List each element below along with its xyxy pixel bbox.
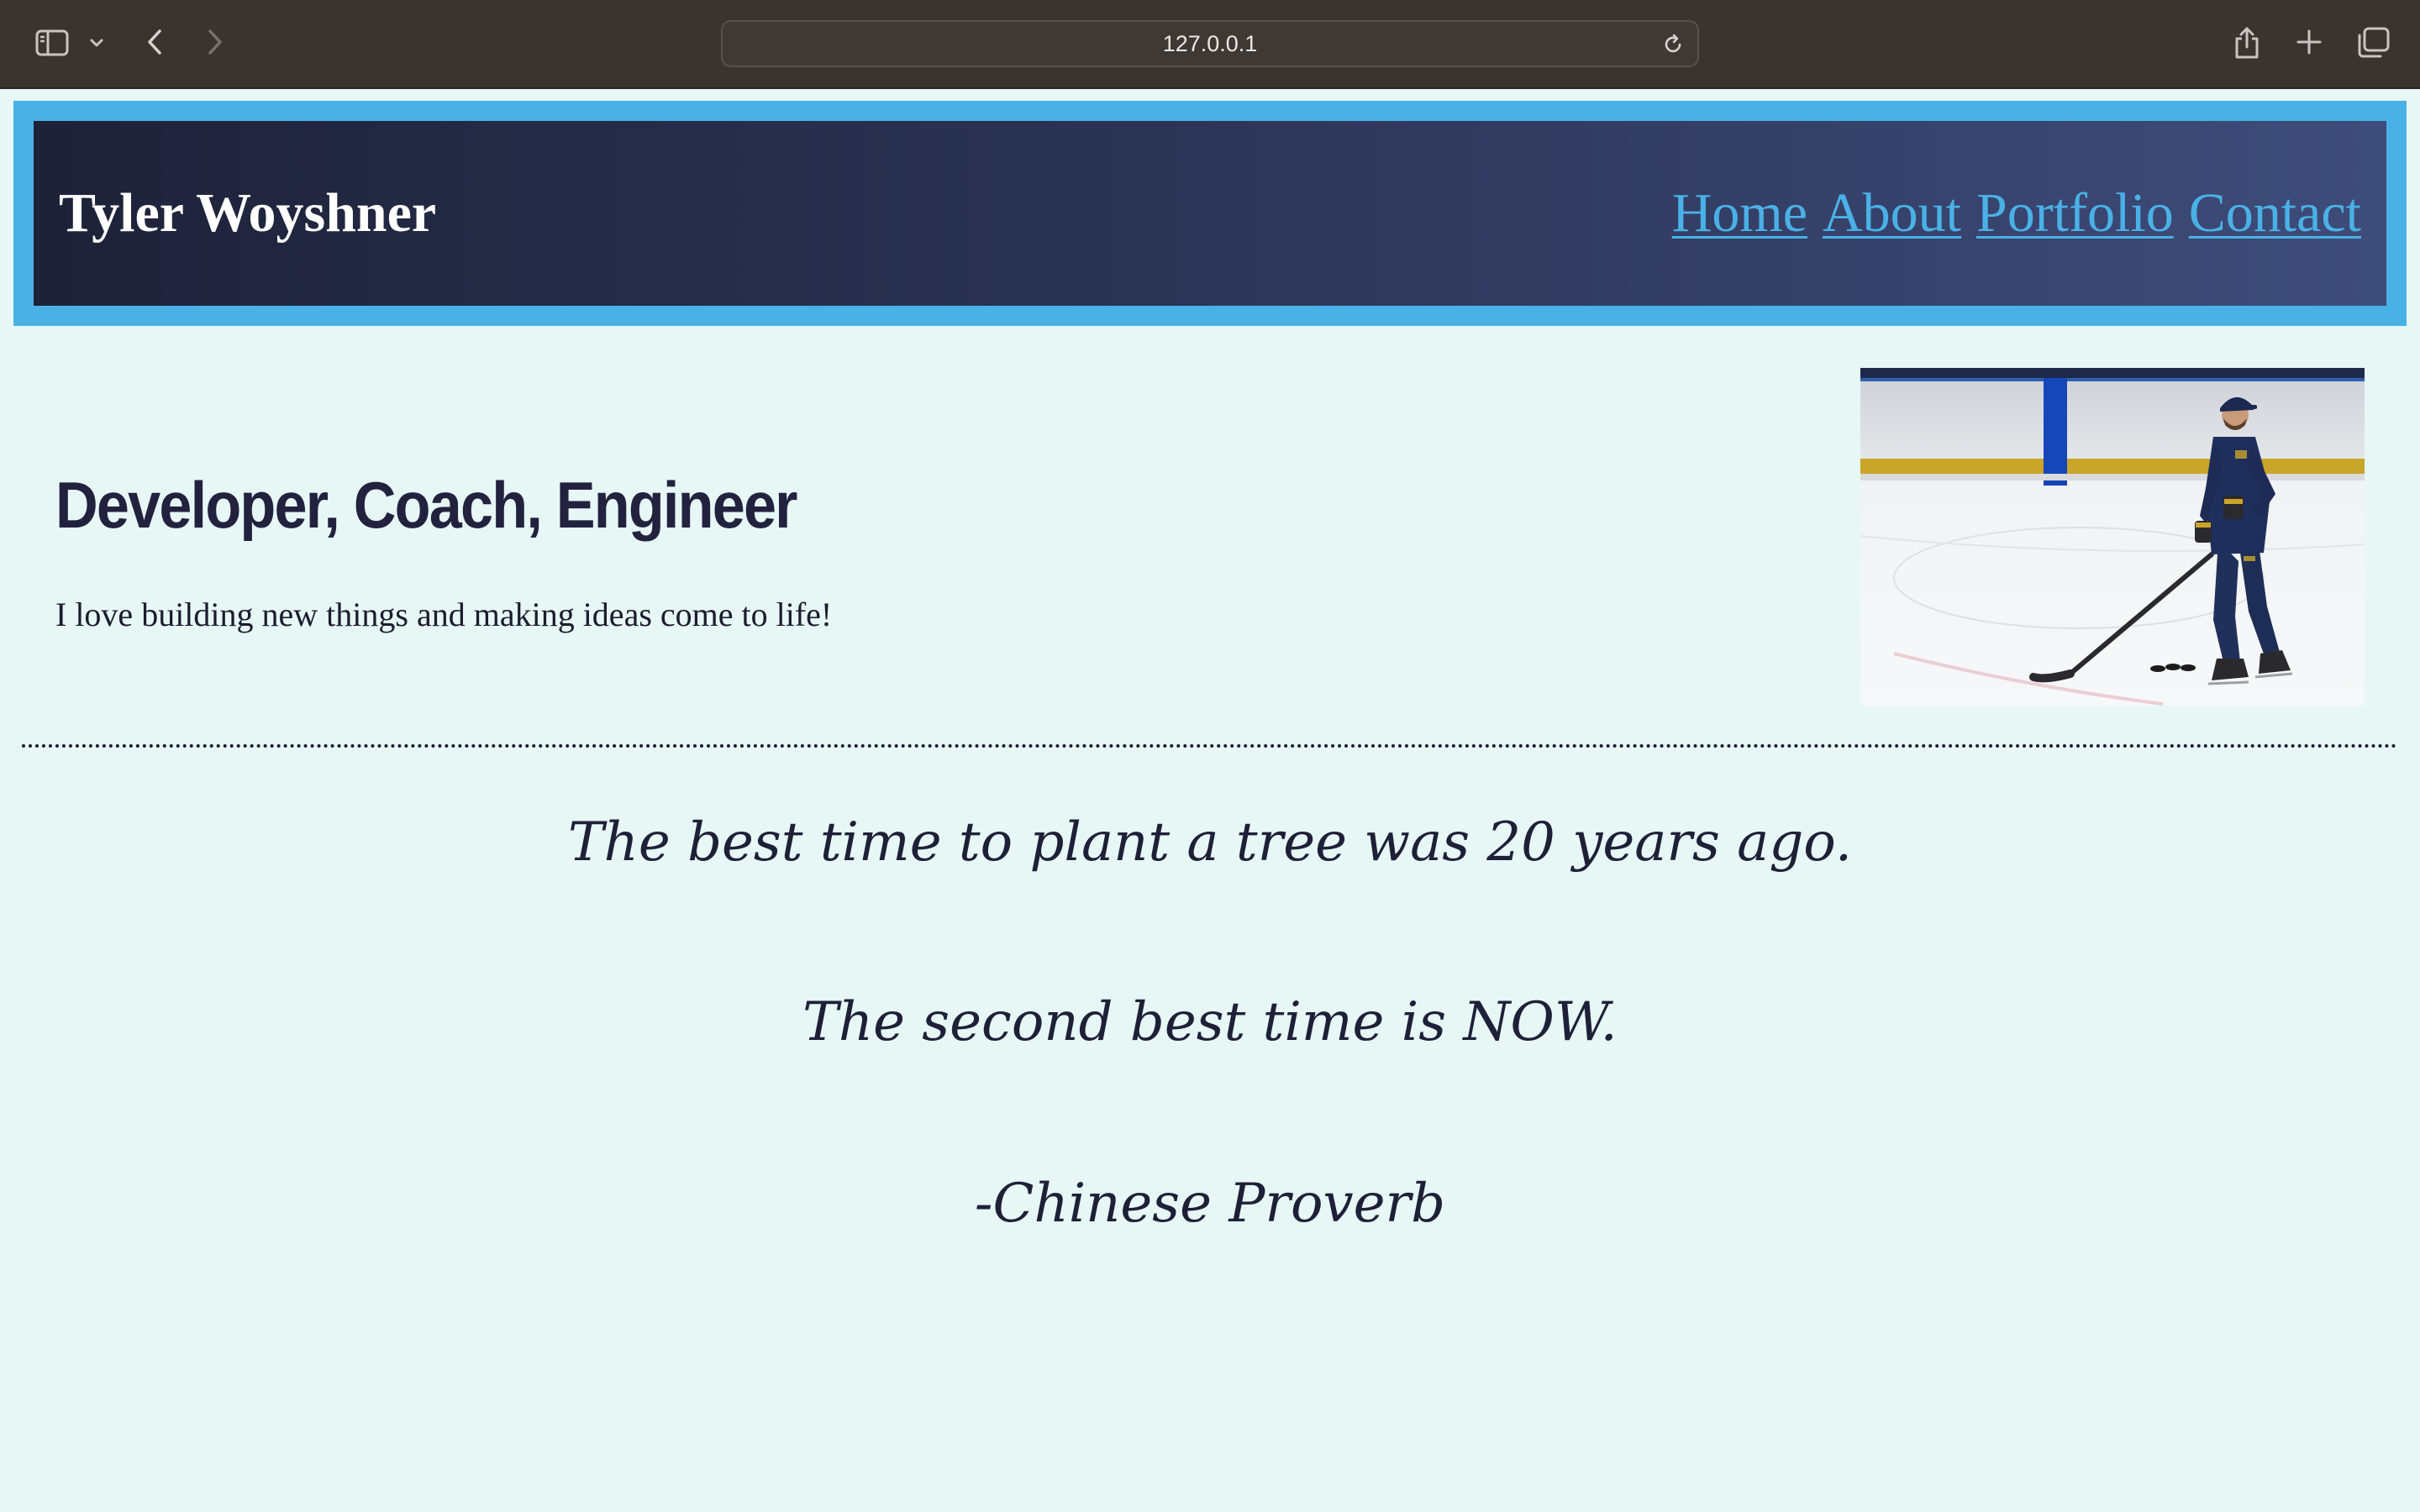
- nav-link-contact[interactable]: Contact: [2189, 181, 2361, 245]
- hockey-coach-photo: [1860, 368, 2365, 706]
- address-bar[interactable]: 127.0.0.1: [721, 20, 1699, 67]
- chevron-down-icon[interactable]: [87, 32, 106, 54]
- plus-icon[interactable]: [2292, 25, 2326, 59]
- hero-heading: Developer, Coach, Engineer: [55, 468, 798, 542]
- site-title[interactable]: Tyler Woyshner: [59, 121, 436, 306]
- nav-link-home[interactable]: Home: [1672, 181, 1807, 245]
- nav-link-about[interactable]: About: [1823, 181, 1961, 245]
- back-icon[interactable]: [139, 25, 170, 59]
- tab-overview-icon[interactable]: [2354, 25, 2391, 60]
- site-header: Tyler Woyshner Home About Portfolio Cont…: [13, 101, 2407, 326]
- quote-author: -Chinese Proverb: [974, 1173, 1446, 1235]
- sidebar-toggle-icon[interactable]: [32, 28, 72, 58]
- hero-tagline: I love building new things and making id…: [55, 596, 833, 633]
- address-text: 127.0.0.1: [1162, 30, 1258, 56]
- reload-icon[interactable]: [1660, 32, 1686, 57]
- share-icon[interactable]: [2230, 24, 2264, 62]
- quote-line-2: The second best time is NOW.: [802, 991, 1618, 1053]
- quote-line-1: The best time to plant a tree was 20 yea…: [567, 811, 1853, 874]
- header-banner: Tyler Woyshner Home About Portfolio Cont…: [34, 121, 2386, 306]
- forward-icon[interactable]: [200, 25, 230, 59]
- main-nav: Home About Portfolio Contact: [1672, 121, 2361, 306]
- nav-link-portfolio[interactable]: Portfolio: [1976, 181, 2174, 245]
- section-divider: [22, 744, 2398, 748]
- browser-toolbar: 127.0.0.1: [0, 0, 2420, 89]
